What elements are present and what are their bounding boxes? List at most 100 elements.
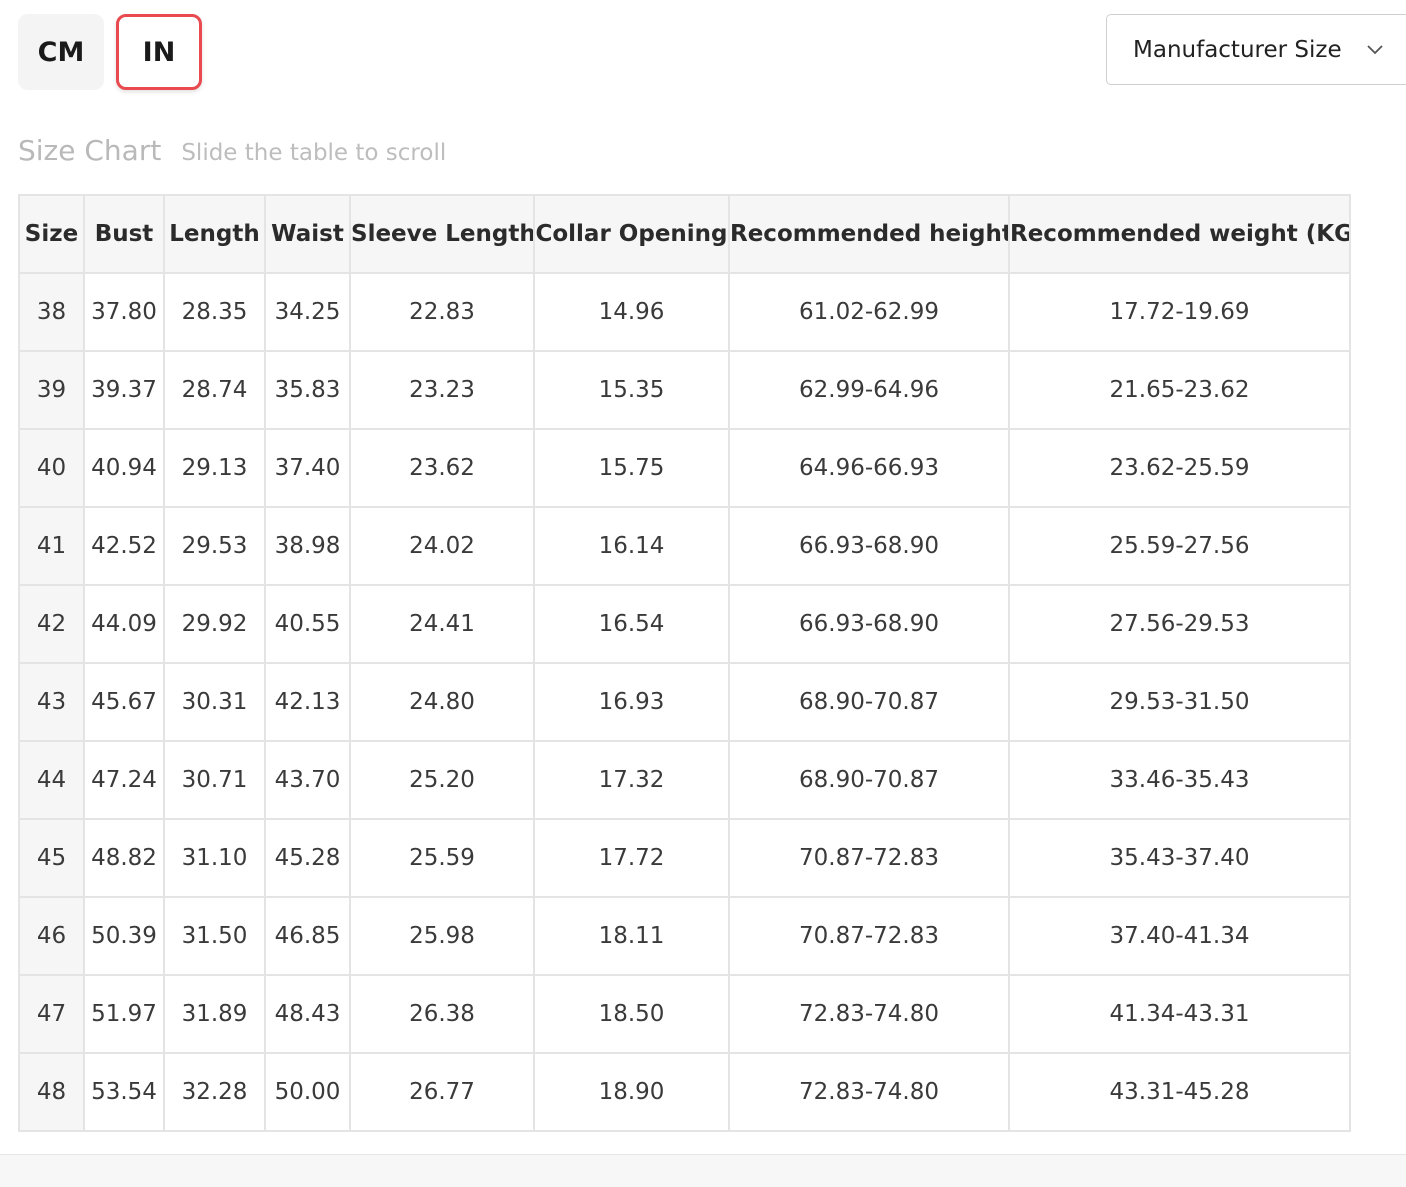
- table-cell: 22.83: [349, 272, 535, 352]
- table-cell: 42.52: [83, 506, 165, 586]
- size-cell: 39: [18, 350, 85, 430]
- table-row: 47 51.97 31.89 48.43 26.38 18.50 72.83-74.80 41…: [18, 974, 1351, 1054]
- table-cell: 16.93: [533, 662, 730, 742]
- table-cell: 72.83-74.80: [728, 1052, 1010, 1132]
- table-cell: 50.00: [264, 1052, 351, 1132]
- table-cell: 31.50: [163, 896, 266, 976]
- table-cell: 17.72-19.69: [1008, 272, 1351, 352]
- table-cell: 34.25: [264, 272, 351, 352]
- table-cell: 39.37: [83, 350, 165, 430]
- table-cell: 45.67: [83, 662, 165, 742]
- table-row: 44 47.24 30.71 43.70 25.20 17.32 68.90-70.87 33…: [18, 740, 1351, 820]
- table-cell: 16.54: [533, 584, 730, 664]
- table-cell: 24.41: [349, 584, 535, 664]
- table-row: 39 39.37 28.74 35.83 23.23 15.35 62.99-64.96 21…: [18, 350, 1351, 430]
- size-chart-caption: Size Chart Slide the table to scroll: [18, 134, 446, 167]
- size-cell: 41: [18, 506, 85, 586]
- table-cell: 44.09: [83, 584, 165, 664]
- table-cell: 28.74: [163, 350, 266, 430]
- size-cell: 46: [18, 896, 85, 976]
- table-cell: 51.97: [83, 974, 165, 1054]
- table-cell: 25.98: [349, 896, 535, 976]
- table-cell: 50.39: [83, 896, 165, 976]
- table-cell: 14.96: [533, 272, 730, 352]
- size-cell: 48: [18, 1052, 85, 1132]
- size-cell: 43: [18, 662, 85, 742]
- table-cell: 48.82: [83, 818, 165, 898]
- table-cell: 21.65-23.62: [1008, 350, 1351, 430]
- size-type-select-value: Manufacturer Size: [1133, 36, 1342, 63]
- table-cell: 23.62-25.59: [1008, 428, 1351, 508]
- table-cell: 61.02-62.99: [728, 272, 1010, 352]
- scroll-hint: Slide the table to scroll: [181, 140, 447, 166]
- size-cell: 45: [18, 818, 85, 898]
- chevron-down-icon: [1367, 45, 1383, 55]
- table-cell: 32.28: [163, 1052, 266, 1132]
- table-cell: 37.80: [83, 272, 165, 352]
- table-cell: 46.85: [264, 896, 351, 976]
- table-cell: 43.31-45.28: [1008, 1052, 1351, 1132]
- table-cell: 68.90-70.87: [728, 662, 1010, 742]
- horizontal-scrollbar[interactable]: [0, 1154, 1406, 1187]
- table-cell: 38.98: [264, 506, 351, 586]
- size-cell: 42: [18, 584, 85, 664]
- table-row: 45 48.82 31.10 45.28 25.59 17.72 70.87-72.83 35…: [18, 818, 1351, 898]
- table-cell: 45.28: [264, 818, 351, 898]
- table-cell: 15.35: [533, 350, 730, 430]
- column-header: Collar Opening: [533, 194, 730, 274]
- column-header: Bust: [83, 194, 165, 274]
- column-header: Size: [18, 194, 85, 274]
- table-row: 42 44.09 29.92 40.55 24.41 16.54 66.93-68.90 27…: [18, 584, 1351, 664]
- table-cell: 24.80: [349, 662, 535, 742]
- size-cell: 40: [18, 428, 85, 508]
- table-cell: 16.14: [533, 506, 730, 586]
- size-table-container[interactable]: Size Bust Length Waist Sleeve Length Collar O…: [18, 194, 1351, 1132]
- table-row: 43 45.67 30.31 42.13 24.80 16.93 68.90-70.87 29…: [18, 662, 1351, 742]
- table-header-row: Size Bust Length Waist Sleeve Length Collar O…: [18, 194, 1351, 274]
- table-cell: 47.24: [83, 740, 165, 820]
- table-cell: 70.87-72.83: [728, 818, 1010, 898]
- table-cell: 26.38: [349, 974, 535, 1054]
- table-cell: 35.43-37.40: [1008, 818, 1351, 898]
- table-cell: 28.35: [163, 272, 266, 352]
- table-cell: 31.10: [163, 818, 266, 898]
- table-cell: 29.53-31.50: [1008, 662, 1351, 742]
- table-cell: 64.96-66.93: [728, 428, 1010, 508]
- unit-in-button[interactable]: IN: [116, 14, 202, 90]
- table-cell: 37.40: [264, 428, 351, 508]
- column-header: Recommended weight (KG): [1008, 194, 1351, 274]
- table-cell: 18.50: [533, 974, 730, 1054]
- table-cell: 62.99-64.96: [728, 350, 1010, 430]
- table-cell: 25.59-27.56: [1008, 506, 1351, 586]
- table-row: 48 53.54 32.28 50.00 26.77 18.90 72.83-74.80 43…: [18, 1052, 1351, 1132]
- unit-cm-button[interactable]: CM: [18, 14, 104, 90]
- column-header: Recommended height: [728, 194, 1010, 274]
- size-cell: 38: [18, 272, 85, 352]
- table-cell: 26.77: [349, 1052, 535, 1132]
- size-type-select[interactable]: Manufacturer Size: [1106, 14, 1406, 85]
- size-table: Size Bust Length Waist Sleeve Length Collar O…: [18, 194, 1351, 1132]
- table-row: 46 50.39 31.50 46.85 25.98 18.11 70.87-72.83 37…: [18, 896, 1351, 976]
- table-cell: 17.32: [533, 740, 730, 820]
- table-cell: 17.72: [533, 818, 730, 898]
- table-cell: 25.59: [349, 818, 535, 898]
- table-cell: 18.11: [533, 896, 730, 976]
- column-header: Length: [163, 194, 266, 274]
- column-header: Sleeve Length: [349, 194, 535, 274]
- table-cell: 31.89: [163, 974, 266, 1054]
- table-cell: 15.75: [533, 428, 730, 508]
- size-chart-title: Size Chart: [18, 134, 162, 167]
- table-cell: 30.31: [163, 662, 266, 742]
- table-cell: 27.56-29.53: [1008, 584, 1351, 664]
- table-cell: 66.93-68.90: [728, 506, 1010, 586]
- size-cell: 47: [18, 974, 85, 1054]
- table-cell: 25.20: [349, 740, 535, 820]
- table-cell: 35.83: [264, 350, 351, 430]
- table-cell: 23.62: [349, 428, 535, 508]
- table-cell: 24.02: [349, 506, 535, 586]
- table-cell: 70.87-72.83: [728, 896, 1010, 976]
- table-cell: 29.53: [163, 506, 266, 586]
- table-cell: 33.46-35.43: [1008, 740, 1351, 820]
- table-cell: 42.13: [264, 662, 351, 742]
- table-row: 40 40.94 29.13 37.40 23.62 15.75 64.96-66.93 23…: [18, 428, 1351, 508]
